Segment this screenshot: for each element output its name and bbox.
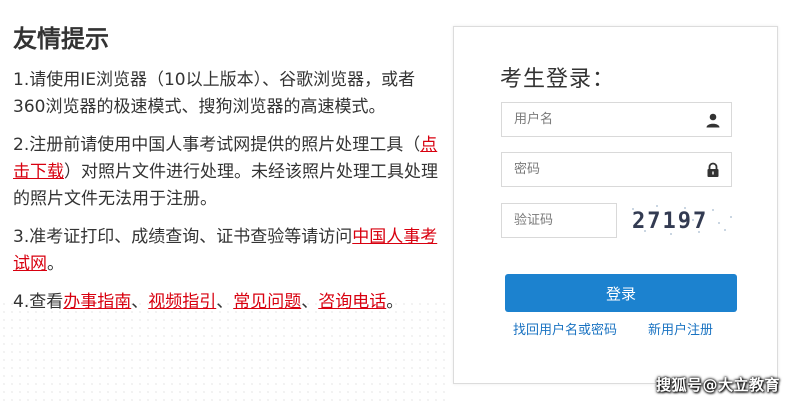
separator: 、 <box>301 292 319 312</box>
guide-link[interactable]: 办事指南 <box>63 292 131 312</box>
password-field <box>501 152 732 187</box>
login-button[interactable]: 登录 <box>505 274 737 312</box>
video-guide-link[interactable]: 视频指引 <box>148 292 216 312</box>
username-field <box>501 102 732 137</box>
notice-item-2-text-a: 2.注册前请使用中国人事考试网提供的照片处理工具（ <box>13 135 421 155</box>
notice-item-3: 3.准考证打印、成绩查询、证书查验等请访问中国人事考试网。 <box>13 224 438 278</box>
notice-item-4-prefix: 4.查看 <box>13 292 64 312</box>
notice-item-2: 2.注册前请使用中国人事考试网提供的照片处理工具（点击下载）对照片文件进行处理。… <box>13 132 438 213</box>
notice-panel: 友情提示 1.请使用IE浏览器（10以上版本）、谷歌浏览器，或者360浏览器的极… <box>13 24 438 327</box>
notice-item-3-text-a: 3.准考证打印、成绩查询、证书查验等请访问 <box>13 227 353 247</box>
notice-item-1: 1.请使用IE浏览器（10以上版本）、谷歌浏览器，或者360浏览器的极速模式、搜… <box>13 70 416 117</box>
username-input[interactable] <box>502 103 731 136</box>
watermark-text: 搜狐号@大立教育 <box>655 376 780 394</box>
contact-phone-link[interactable]: 咨询电话 <box>318 292 386 312</box>
notice-title: 友情提示 <box>13 25 109 53</box>
captcha-field <box>501 203 617 238</box>
captcha-input[interactable] <box>502 204 616 237</box>
login-panel: 考生登录： 27197 登录 找回用户名或密码 新用户注册 <box>453 26 778 384</box>
forgot-credentials-link[interactable]: 找回用户名或密码 <box>513 319 617 338</box>
user-icon <box>706 113 720 128</box>
lock-icon <box>707 162 719 177</box>
login-title: 考生登录： <box>500 67 616 92</box>
separator: 、 <box>216 292 234 312</box>
faq-link[interactable]: 常见问题 <box>233 292 301 312</box>
password-input[interactable] <box>502 153 731 186</box>
notice-item-4-suffix: 。 <box>386 292 404 312</box>
register-link[interactable]: 新用户注册 <box>648 319 713 338</box>
captcha-text: 27197 <box>632 209 708 234</box>
notice-item-4: 4.查看办事指南、视频指引、常见问题、咨询电话。 <box>13 289 438 316</box>
captcha-image[interactable]: 27197 <box>627 201 737 239</box>
notice-item-3-text-b: 。 <box>47 254 64 274</box>
notice-item-2-text-b: ）对照片文件进行处理。未经该照片处理工具处理的照片文件无法用于注册。 <box>13 162 438 209</box>
separator: 、 <box>131 292 149 312</box>
